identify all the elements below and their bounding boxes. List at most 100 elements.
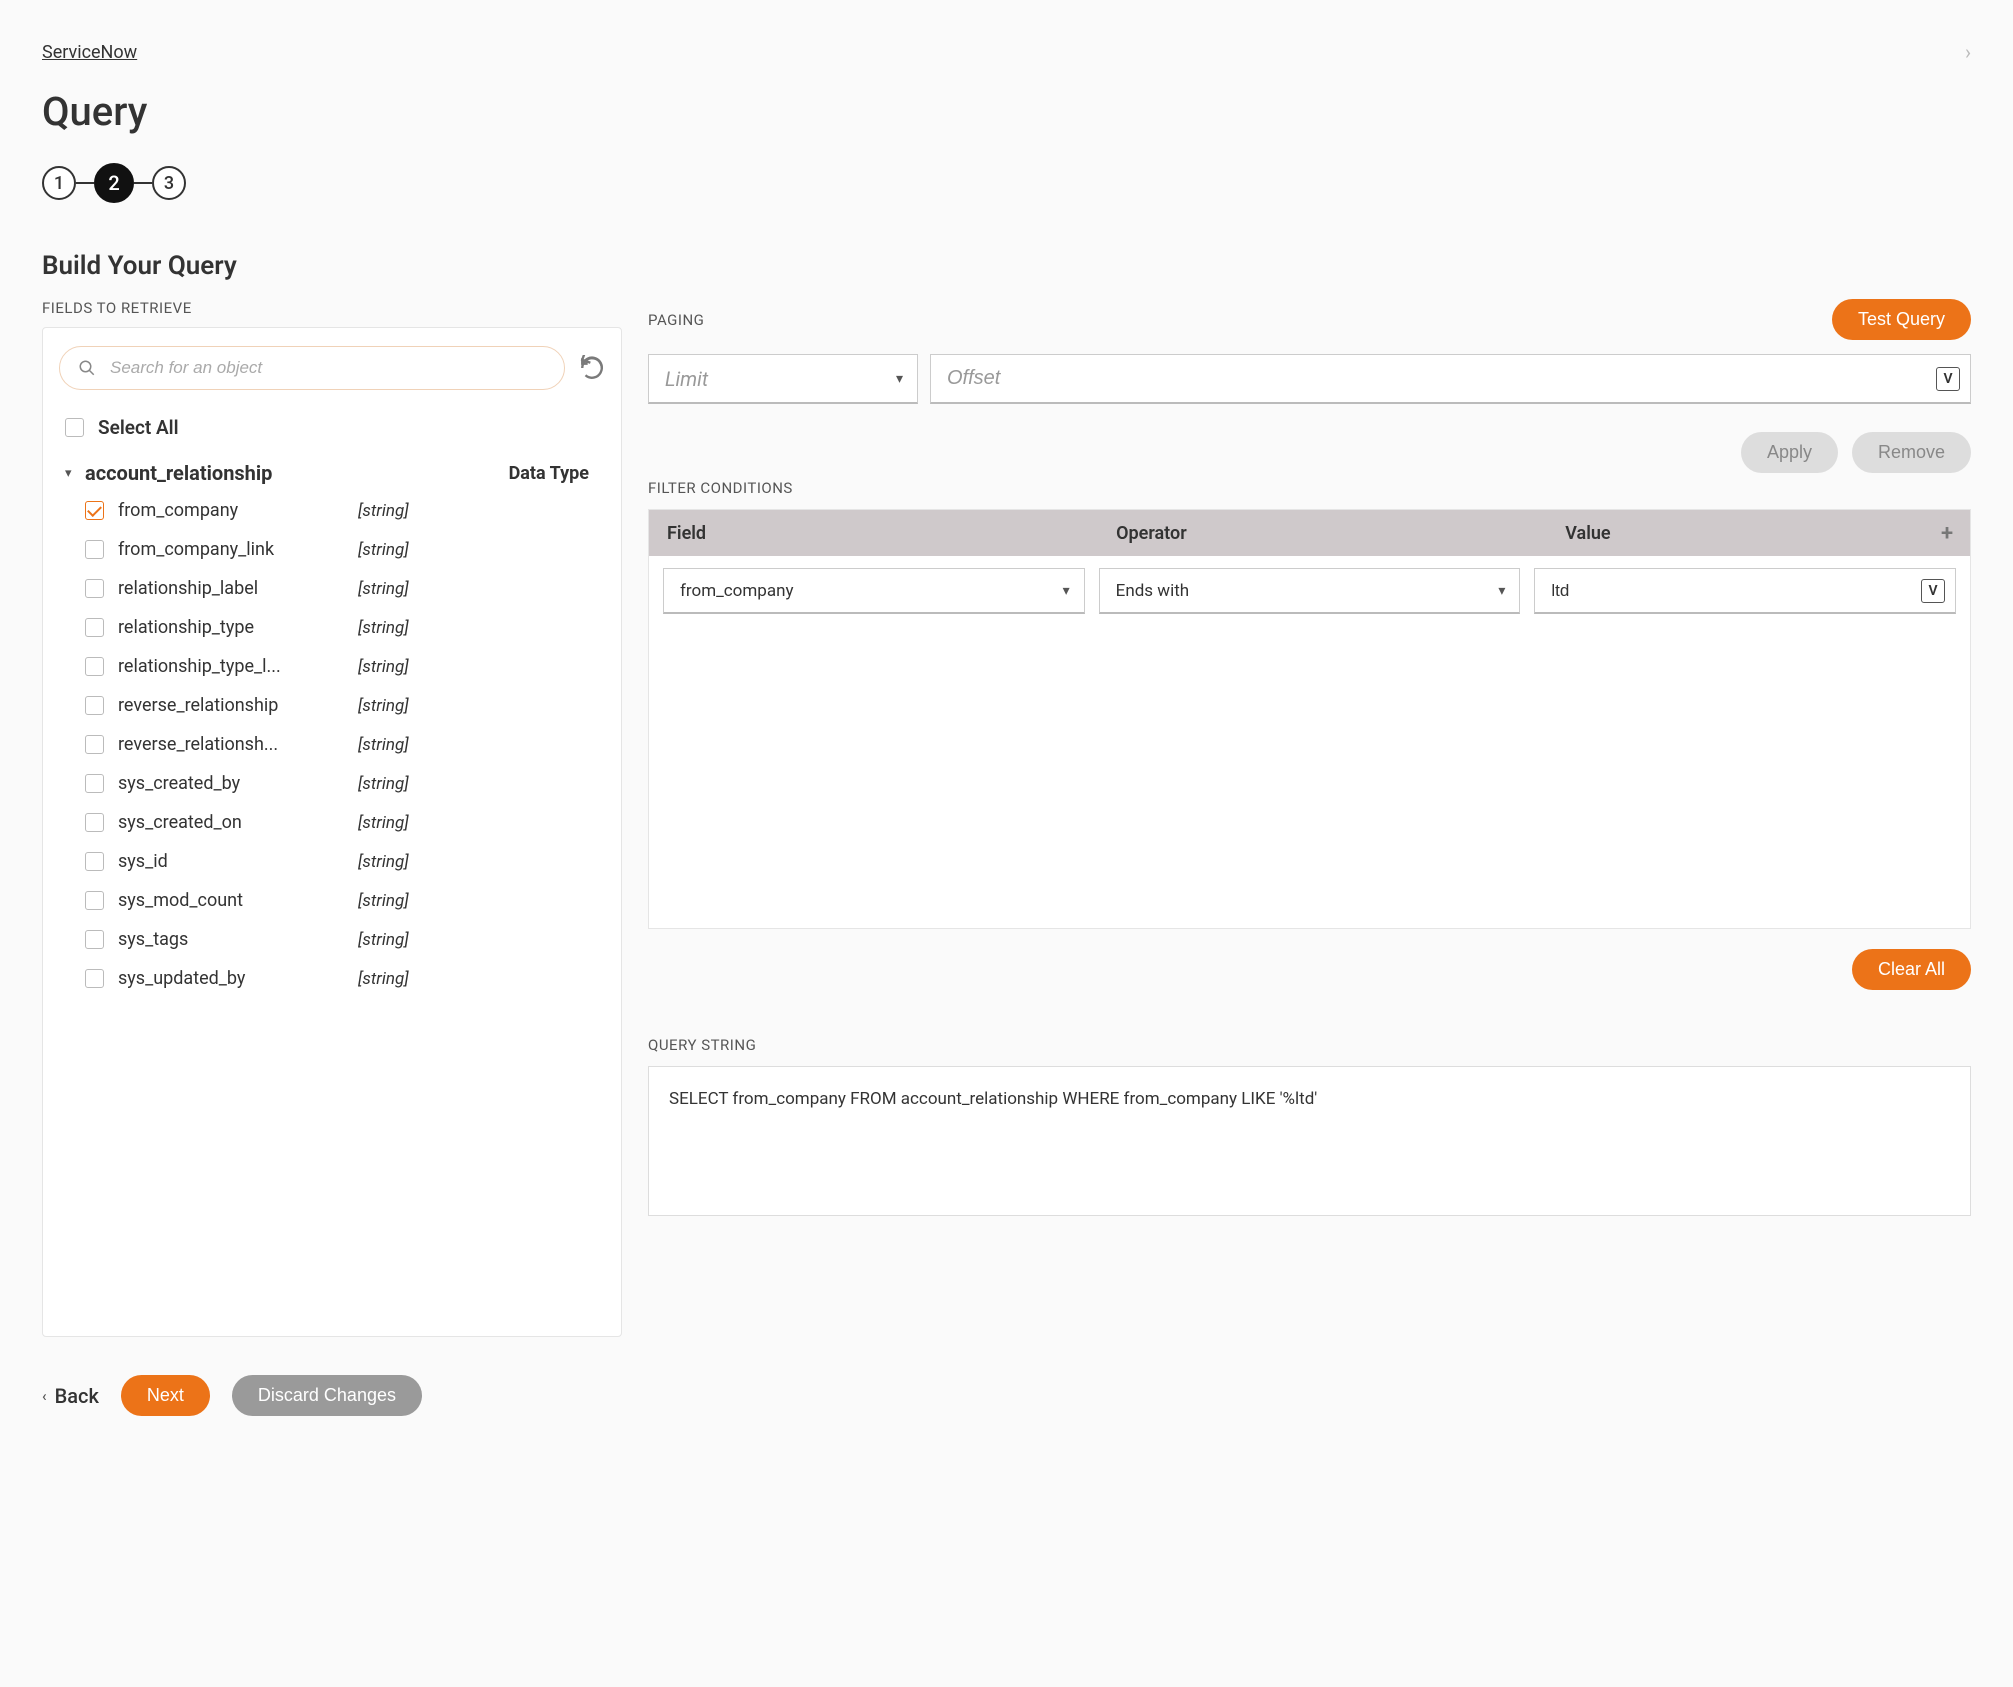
- field-checkbox[interactable]: [85, 540, 104, 559]
- chevron-down-icon: ▾: [896, 371, 903, 387]
- step-2[interactable]: 2: [94, 163, 134, 203]
- field-row[interactable]: sys_updated_by[string]: [59, 959, 605, 998]
- field-name: sys_created_by: [118, 773, 358, 794]
- remove-button[interactable]: Remove: [1852, 432, 1971, 473]
- filter-table: Field Operator Value + from_company▾ Ends…: [648, 509, 1971, 929]
- add-filter-icon[interactable]: +: [1924, 521, 1970, 546]
- filter-col-operator: Operator: [1098, 523, 1547, 544]
- step-1[interactable]: 1: [42, 166, 76, 200]
- field-type: [string]: [358, 657, 419, 677]
- field-checkbox[interactable]: [85, 618, 104, 637]
- field-row[interactable]: reverse_relationship[string]: [59, 686, 605, 725]
- field-row[interactable]: sys_tags[string]: [59, 920, 605, 959]
- field-name: from_company: [118, 500, 358, 521]
- filter-condition-row: from_company▾ Ends with▾ V: [649, 556, 1970, 626]
- field-name: reverse_relationship: [118, 695, 358, 716]
- field-type: [string]: [358, 540, 419, 560]
- field-type: [string]: [358, 969, 419, 989]
- field-name: relationship_type: [118, 617, 358, 638]
- query-string-box: SELECT from_company FROM account_relatio…: [648, 1066, 1971, 1216]
- field-checkbox[interactable]: [85, 930, 104, 949]
- field-type: [string]: [358, 735, 419, 755]
- filter-col-field: Field: [649, 523, 1098, 544]
- breadcrumb-link[interactable]: ServiceNow: [42, 42, 137, 63]
- field-type: [string]: [358, 501, 419, 521]
- field-checkbox[interactable]: [85, 501, 104, 520]
- search-input[interactable]: [110, 358, 546, 378]
- search-icon: [78, 359, 96, 377]
- field-type: [string]: [358, 813, 419, 833]
- field-checkbox[interactable]: [85, 774, 104, 793]
- step-connector: [76, 182, 94, 184]
- step-3[interactable]: 3: [152, 166, 186, 200]
- field-row[interactable]: relationship_type_l...[string]: [59, 647, 605, 686]
- filter-value-input-wrap[interactable]: V: [1534, 568, 1956, 614]
- field-row[interactable]: from_company_link[string]: [59, 530, 605, 569]
- chevron-left-icon: ‹: [42, 1387, 47, 1405]
- field-type: [string]: [358, 579, 419, 599]
- step-connector: [134, 182, 152, 184]
- variable-icon[interactable]: V: [1921, 579, 1945, 603]
- filter-heading: FILTER CONDITIONS: [648, 479, 1971, 497]
- field-checkbox[interactable]: [85, 696, 104, 715]
- field-checkbox[interactable]: [85, 657, 104, 676]
- offset-input[interactable]: [947, 367, 1954, 390]
- next-button[interactable]: Next: [121, 1375, 210, 1416]
- field-type: [string]: [358, 618, 419, 638]
- field-checkbox[interactable]: [85, 852, 104, 871]
- variable-icon[interactable]: V: [1936, 367, 1960, 391]
- tree-caret-icon[interactable]: ▾: [65, 466, 79, 481]
- field-name: relationship_type_l...: [118, 656, 358, 677]
- filter-value-input[interactable]: [1551, 581, 1939, 601]
- field-checkbox[interactable]: [85, 735, 104, 754]
- apply-button[interactable]: Apply: [1741, 432, 1838, 473]
- fields-panel: Select All ▾ account_relationship Data T…: [42, 327, 622, 1337]
- select-all-label: Select All: [98, 416, 179, 439]
- field-row[interactable]: sys_mod_count[string]: [59, 881, 605, 920]
- field-type: [string]: [358, 930, 419, 950]
- back-button[interactable]: ‹ Back: [42, 1384, 99, 1408]
- stepper: 1 2 3: [42, 163, 1971, 203]
- discard-changes-button[interactable]: Discard Changes: [232, 1375, 422, 1416]
- field-row[interactable]: sys_created_on[string]: [59, 803, 605, 842]
- select-all-checkbox[interactable]: [65, 418, 84, 437]
- back-label: Back: [55, 1384, 99, 1408]
- field-checkbox[interactable]: [85, 969, 104, 988]
- field-name: reverse_relationsh...: [118, 734, 358, 755]
- field-type: [string]: [358, 696, 419, 716]
- field-name: relationship_label: [118, 578, 358, 599]
- limit-placeholder: Limit: [665, 367, 708, 391]
- field-name: sys_created_on: [118, 812, 358, 833]
- fields-heading: FIELDS TO RETRIEVE: [42, 299, 622, 317]
- field-name: from_company_link: [118, 539, 358, 560]
- field-row[interactable]: sys_id[string]: [59, 842, 605, 881]
- filter-col-value: Value: [1547, 523, 1924, 544]
- field-row[interactable]: relationship_type[string]: [59, 608, 605, 647]
- field-row[interactable]: relationship_label[string]: [59, 569, 605, 608]
- search-input-wrap[interactable]: [59, 346, 565, 390]
- field-name: sys_mod_count: [118, 890, 358, 911]
- field-checkbox[interactable]: [85, 891, 104, 910]
- table-name[interactable]: account_relationship: [85, 461, 509, 485]
- field-row[interactable]: from_company[string]: [59, 491, 605, 530]
- section-title: Build Your Query: [42, 251, 1971, 281]
- clear-all-button[interactable]: Clear All: [1852, 949, 1971, 990]
- field-type: [string]: [358, 774, 419, 794]
- field-row[interactable]: reverse_relationsh...[string]: [59, 725, 605, 764]
- field-row[interactable]: sys_created_by[string]: [59, 764, 605, 803]
- field-type: [string]: [358, 891, 419, 911]
- paging-heading: PAGING: [648, 311, 704, 329]
- page-title: Query: [42, 88, 1971, 135]
- chevron-right-icon: ›: [1965, 40, 1971, 64]
- field-name: sys_id: [118, 851, 358, 872]
- refresh-icon[interactable]: [579, 355, 605, 381]
- query-string-heading: QUERY STRING: [648, 1036, 1971, 1054]
- test-query-button[interactable]: Test Query: [1832, 299, 1971, 340]
- limit-select[interactable]: Limit ▾: [648, 354, 918, 404]
- field-type: [string]: [358, 852, 419, 872]
- field-checkbox[interactable]: [85, 579, 104, 598]
- filter-field-select[interactable]: from_company▾: [663, 568, 1085, 614]
- filter-operator-select[interactable]: Ends with▾: [1099, 568, 1521, 614]
- field-checkbox[interactable]: [85, 813, 104, 832]
- offset-input-wrap[interactable]: V: [930, 354, 1971, 404]
